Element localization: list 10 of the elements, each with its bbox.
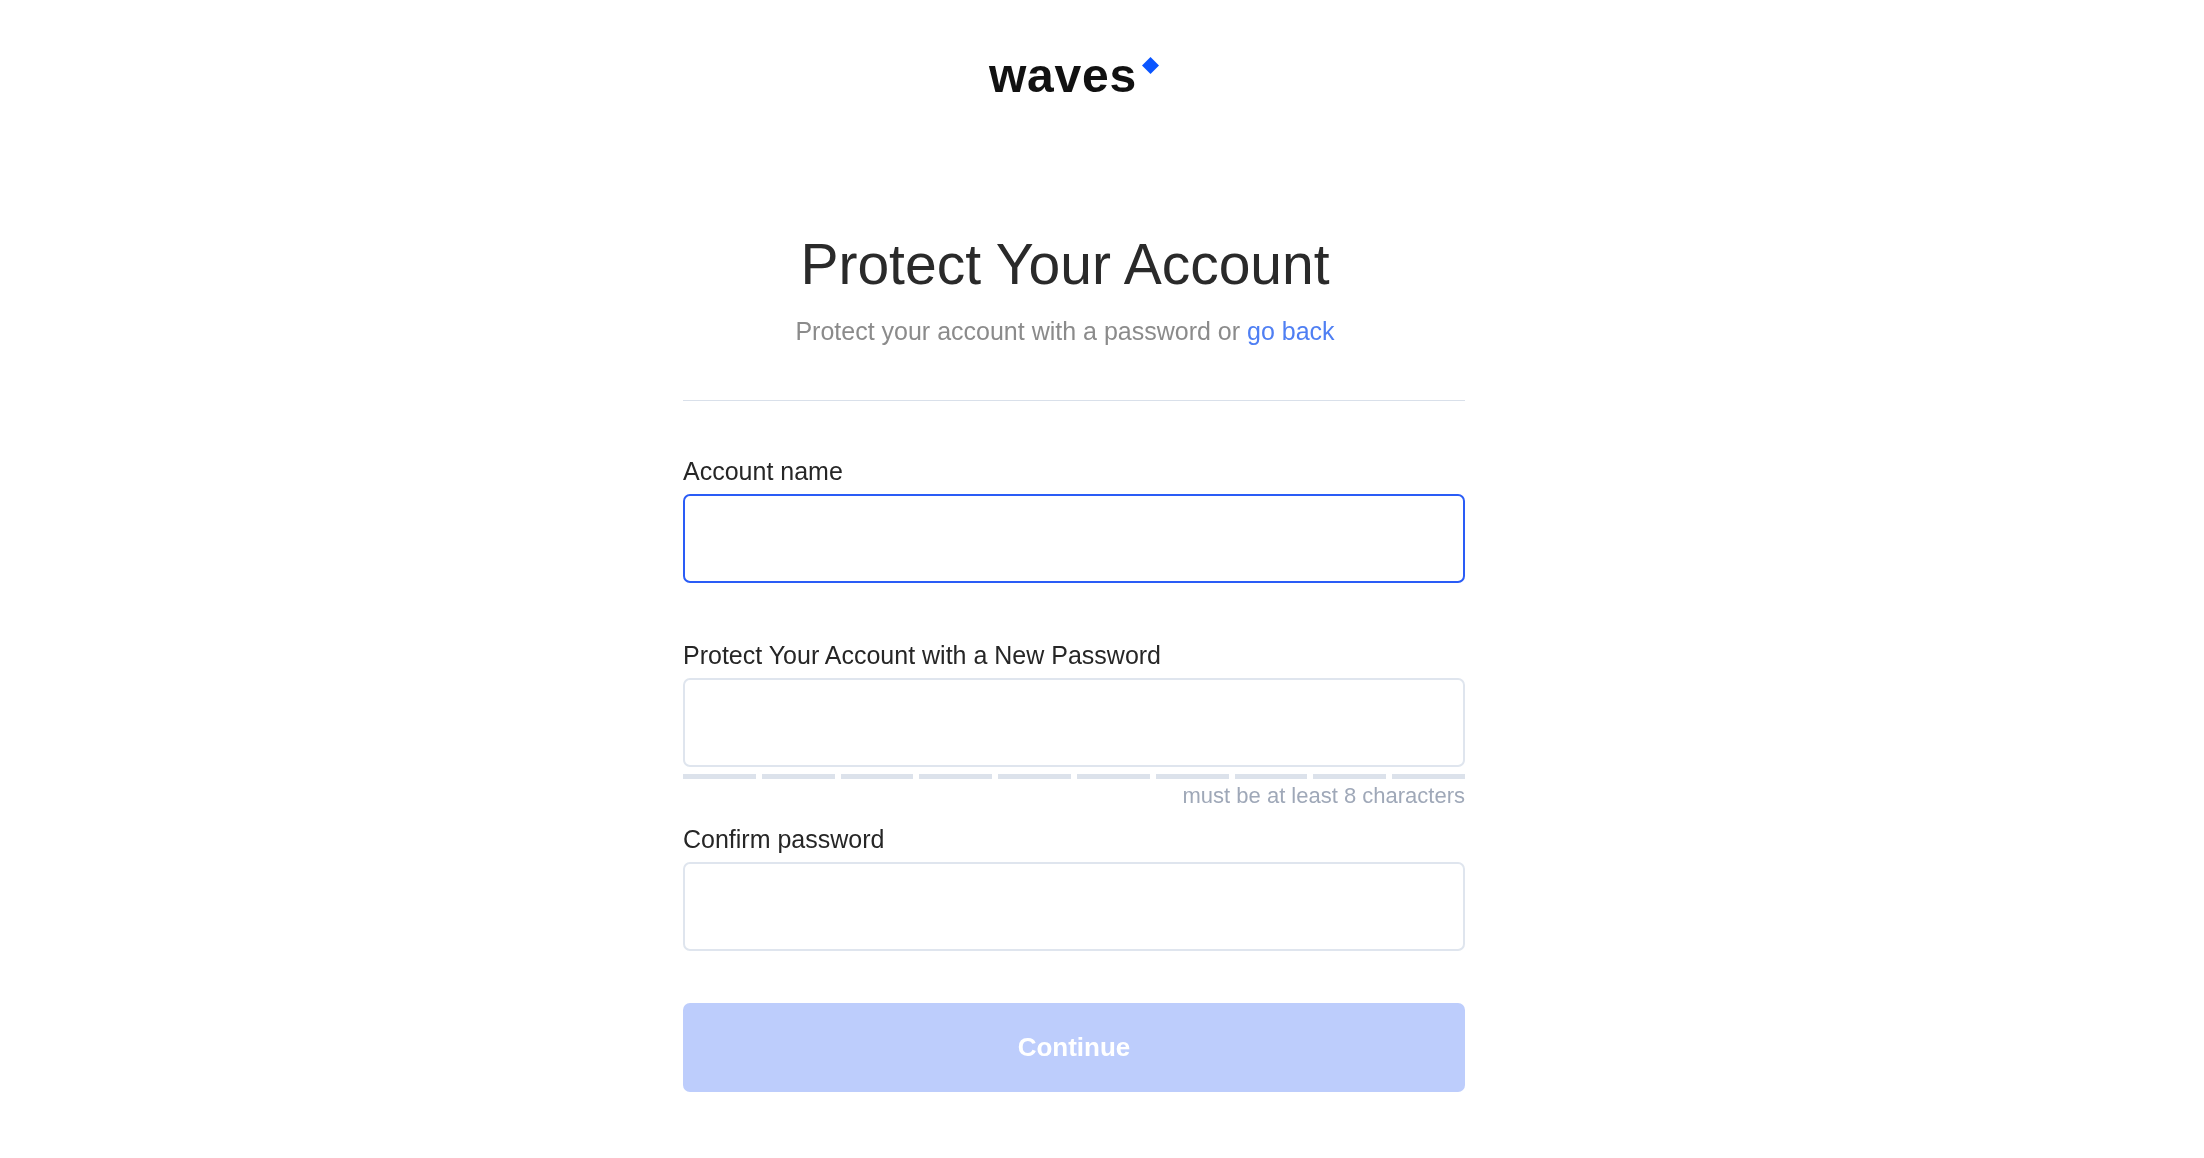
field-label: Protect Your Account with a New Password <box>683 640 1162 670</box>
diamond-icon <box>1142 57 1160 74</box>
go-back-link[interactable]: go back <box>1247 317 1335 345</box>
page-title: Protect Your Account <box>800 231 1330 298</box>
field-label: Account name <box>683 456 843 486</box>
hint-text: must be at least 8 characters <box>1182 783 1465 809</box>
logo-wordmark: waves <box>988 52 1138 100</box>
field-label: Confirm password <box>683 824 885 854</box>
subtitle: Protect your account with a password or go back <box>795 316 1335 347</box>
text-field[interactable] <box>683 494 1465 583</box>
